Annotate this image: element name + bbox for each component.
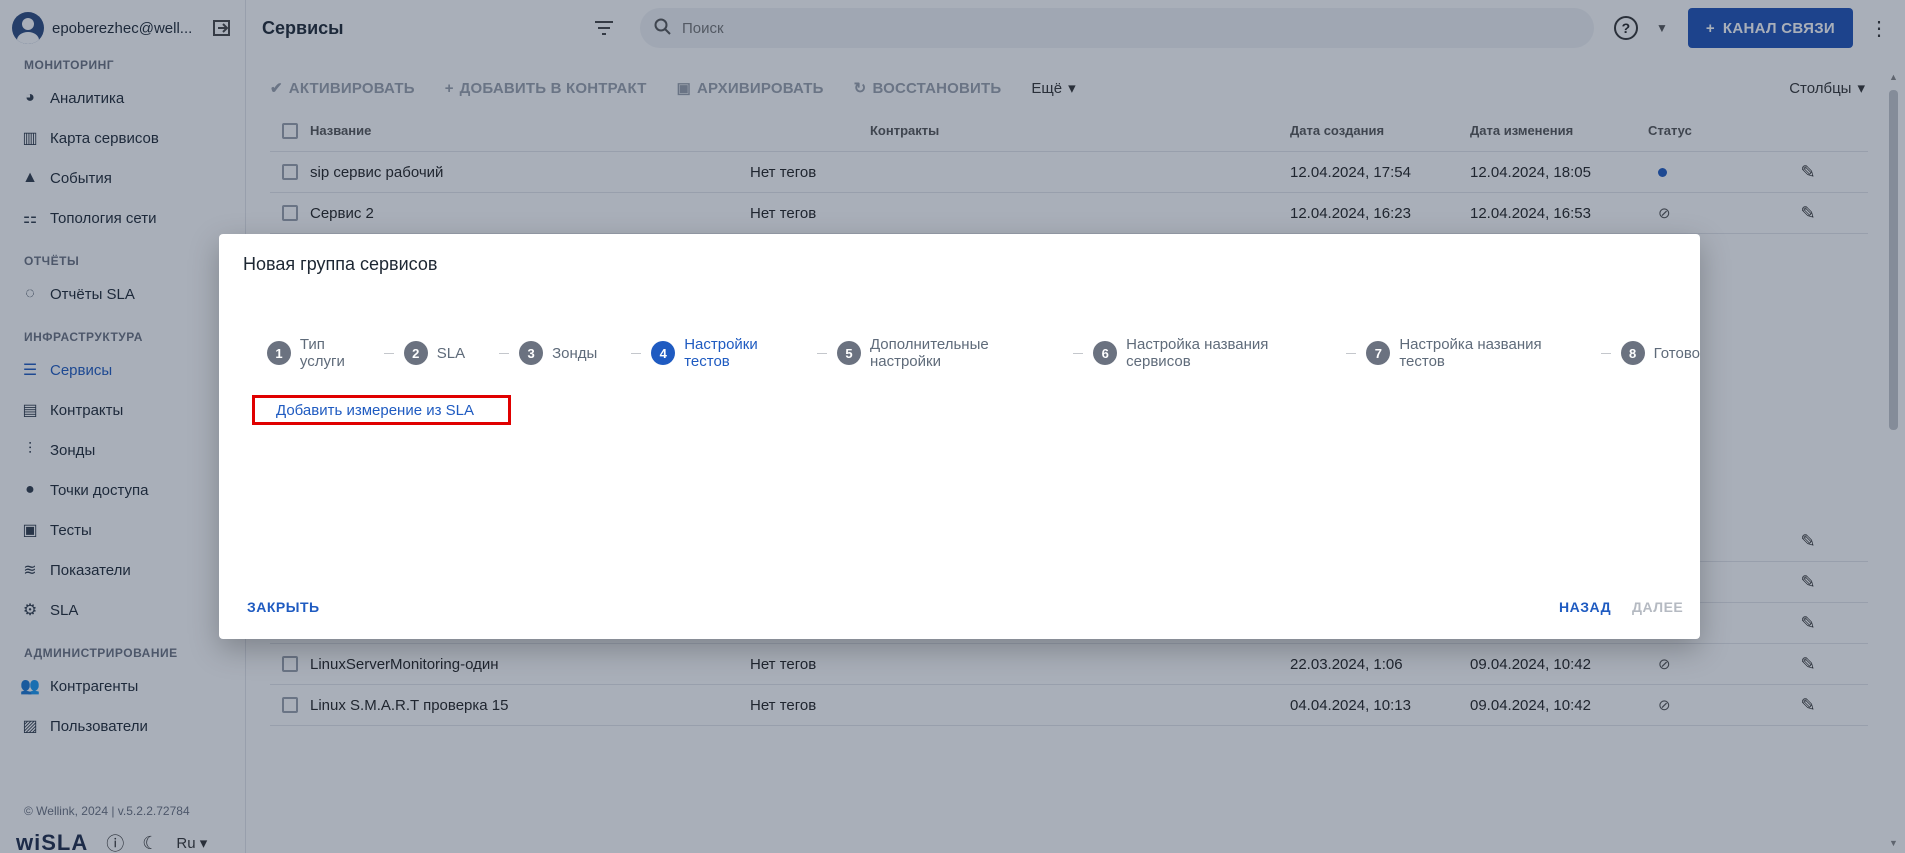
step-1[interactable]: 1 Тип услуги — [267, 336, 374, 370]
step-7[interactable]: 7 Настройка названия тестов — [1366, 336, 1590, 370]
step-connector — [631, 352, 642, 354]
step-label: Тип услуги — [299, 336, 345, 370]
step-6[interactable]: 6 Настройка названия сервисов — [1093, 336, 1336, 370]
step-number: 4 — [651, 341, 676, 365]
step-label: SLA — [436, 344, 466, 362]
step-2[interactable]: 2 SLA — [403, 341, 466, 365]
step-label: Зонды — [552, 344, 598, 362]
step-3[interactable]: 3 Зонды — [519, 341, 597, 365]
step-label: Настройка названия тестов — [1399, 336, 1542, 370]
step-connector — [1346, 352, 1357, 354]
new-service-group-dialog: Новая группа сервисов 1 Тип услуги 2 SLA 3 Зо… — [219, 234, 1700, 639]
step-number: 5 — [837, 341, 861, 365]
step-5[interactable]: 5 Дополнительные настройки — [837, 336, 1063, 370]
step-connector — [1073, 352, 1084, 354]
step-connector — [383, 352, 394, 354]
stepper: 1 Тип услуги 2 SLA 3 Зонды 4 Настройки тестов 5 Д… — [267, 336, 1700, 370]
add-measurement-from-sla-link[interactable]: Добавить измерение из SLA — [252, 395, 511, 425]
step-label: Дополнительные настройки — [869, 336, 989, 370]
step-connector — [499, 352, 510, 354]
step-label: Готово — [1653, 344, 1700, 362]
back-button[interactable]: НАЗАД — [1559, 599, 1611, 615]
next-button[interactable]: ДАЛЕЕ — [1632, 599, 1683, 615]
step-4[interactable]: 4 Настройки тестов — [651, 336, 807, 370]
step-connector — [817, 352, 828, 354]
step-number: 6 — [1093, 341, 1118, 365]
step-label: Настройка названия сервисов — [1126, 336, 1269, 370]
close-button[interactable]: ЗАКРЫТЬ — [247, 599, 320, 615]
step-connector — [1600, 352, 1611, 354]
step-label: Настройки тестов — [684, 336, 758, 370]
dialog-title: Новая группа сервисов — [243, 254, 438, 274]
step-number: 3 — [519, 341, 544, 365]
step-number: 7 — [1366, 341, 1391, 365]
step-8[interactable]: 8 Готово — [1620, 341, 1700, 365]
step-number: 2 — [403, 341, 428, 365]
step-number: 8 — [1620, 341, 1645, 365]
step-number: 1 — [267, 341, 291, 365]
